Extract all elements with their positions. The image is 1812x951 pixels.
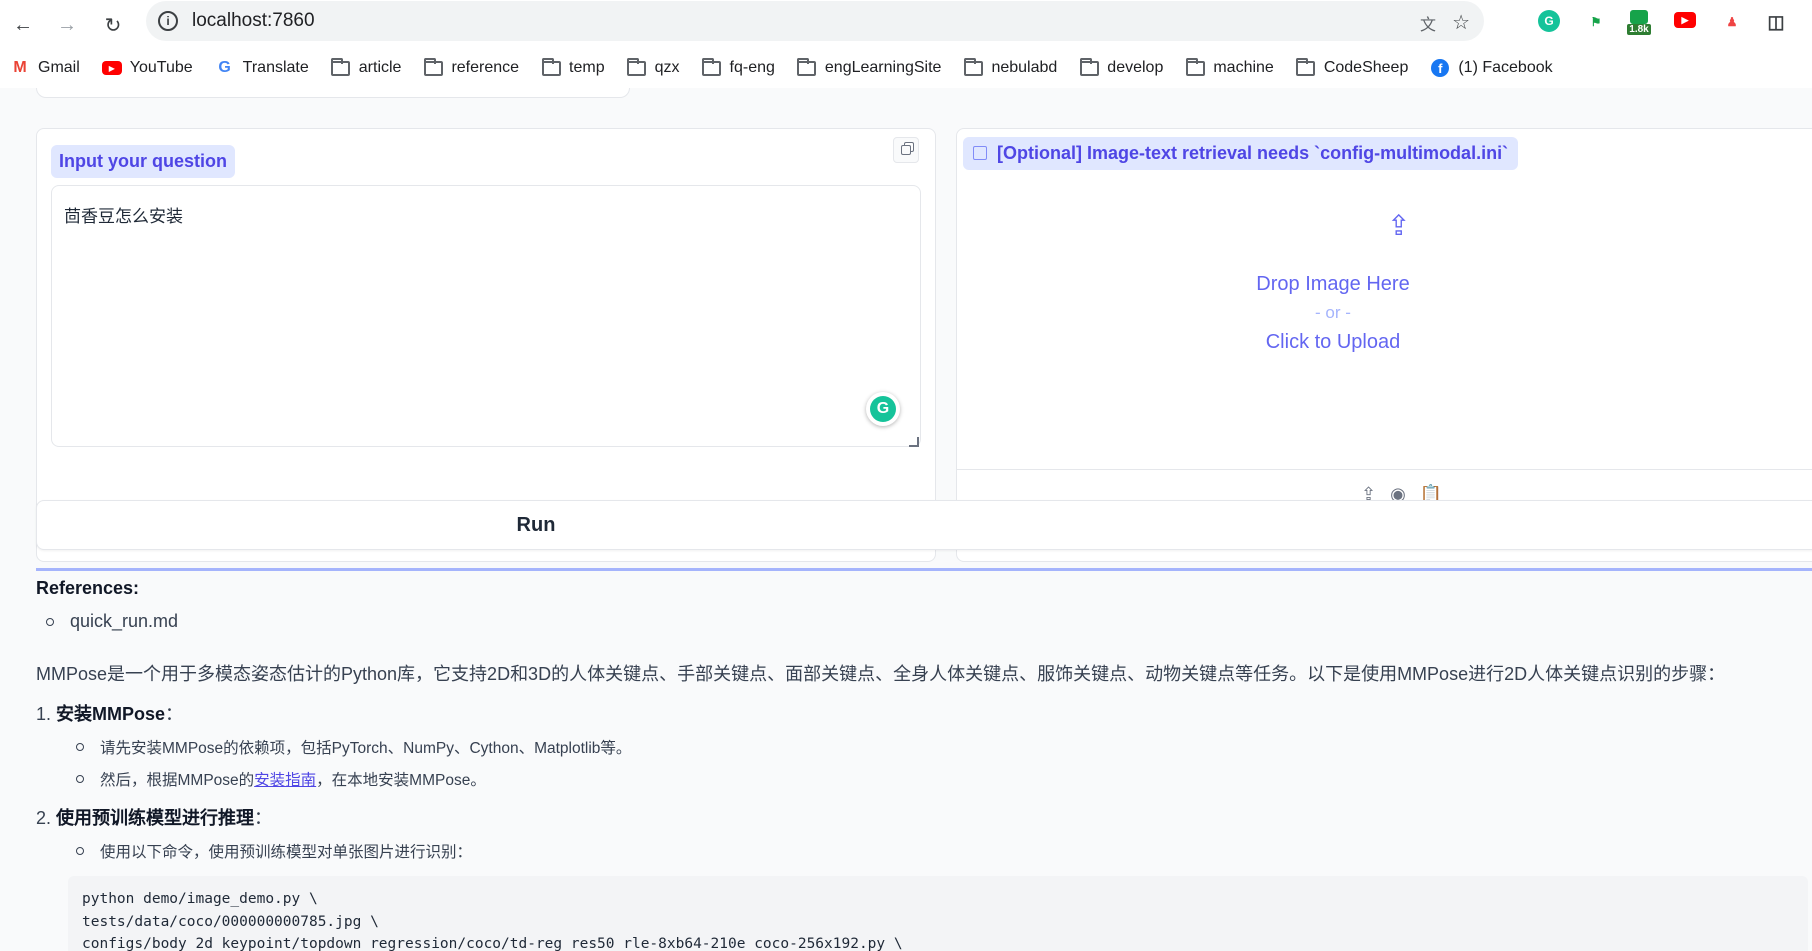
bookmark-temp[interactable]: temp [541,57,605,77]
question-label: Input your question [51,145,235,178]
folder-icon [702,57,722,76]
image-icon [973,146,987,160]
folder-icon [1185,57,1205,76]
folder-icon [1079,57,1099,76]
or-text: - or - [1315,303,1351,322]
bookmark-translate[interactable]: G Translate [215,59,308,77]
forward-icon[interactable]: → [50,8,84,42]
address-bar[interactable]: i localhost:7860 文 ☆ [146,1,1484,41]
extensions-puzzle-icon[interactable]: ◫ [1764,8,1788,36]
bookmark-machine[interactable]: machine [1185,57,1274,77]
bookmark-nebulabd[interactable]: nebulabd [963,57,1057,77]
url-text[interactable]: localhost:7860 [192,10,315,32]
translate-icon: G [218,59,231,76]
extension-badge: 1.8k [1627,23,1651,35]
folder-icon [1296,57,1316,76]
bookmarks-bar: M Gmail ▶ YouTube G Translate article refer… [0,50,1812,86]
back-icon[interactable]: ← [6,8,40,42]
facebook-icon: f [1431,59,1450,77]
install-guide-link[interactable]: 安装指南 [254,768,316,790]
app-page: Input your question 茴香豆怎么安装 G [Optional]… [0,88,1812,951]
step-2-heading: 2. 使用预训练模型进行推理： [36,808,273,828]
bookmark-gmail[interactable]: M Gmail [10,59,79,77]
question-panel: Input your question 茴香豆怎么安装 G [36,128,936,562]
image-upload-panel: [Optional] Image-text retrieval needs `c… [956,128,1812,562]
step-1-bullet-1: 请先安装MMPose的依赖项，包括PyTorch、NumPy、Cython、Ma… [76,736,1796,758]
references-title: References: [36,578,140,598]
image-drop-zone[interactable]: ⇪ Drop Image Here - or - Click to Upload [957,209,1812,369]
site-info-icon[interactable]: i [158,11,178,31]
folder-icon [331,57,351,76]
folder-icon [541,57,561,76]
drop-image-text: Drop Image Here [1256,273,1410,295]
reference-item: quick_run.md [46,611,1796,632]
bookmark-qzx[interactable]: qzx [627,57,680,77]
copy-icon[interactable] [893,137,919,163]
reload-icon[interactable]: ↻ [96,8,130,42]
flag-extension-icon[interactable]: ⚑ [1588,8,1604,36]
bookmark-star-icon[interactable]: ☆ [1452,10,1470,35]
step-1-heading: 1. 安装MMPose： [36,704,184,724]
grammarly-icon[interactable]: G [866,392,900,426]
bookmark-codesheep[interactable]: CodeSheep [1296,57,1408,77]
answer-output: References: quick_run.md MMPose是一个用于多模态姿… [36,572,1808,951]
folder-icon [963,57,983,76]
grammarly-extension-icon[interactable]: G [1538,10,1560,32]
youtube-extension-icon[interactable]: ▶ [1674,12,1696,28]
output-divider [36,568,1812,571]
image-upload-label: [Optional] Image-text retrieval needs `c… [963,137,1519,170]
folder-icon [797,57,817,76]
click-to-upload-text: Click to Upload [1265,331,1401,353]
browser-chrome: ← → ↻ i localhost:7860 文 ☆ G ⚑ 1.8k ▶ ♟ … [0,0,1812,88]
bookmark-englearningsite[interactable]: engLearningSite [797,57,941,77]
top-panel-fragment [36,88,630,98]
extension-counter-icon[interactable]: 1.8k [1624,8,1654,36]
code-block: python demo/image_demo.py \ tests/data/c… [68,876,1808,951]
step-1-bullet-2: 然后，根据MMPose的 安装指南 ，在本地安装MMPose。 [76,768,1796,790]
bookmark-youtube[interactable]: ▶ YouTube [101,59,193,77]
resize-handle[interactable] [909,437,919,447]
gmail-icon: M [13,59,27,76]
step-2-bullet-1: 使用以下命令，使用预训练模型对单张图片进行识别： [76,840,1796,862]
bookmark-develop[interactable]: develop [1079,57,1163,77]
answer-intro: MMPose是一个用于多模态姿态估计的Python库，它支持2D和3D的人体关键… [36,664,1726,684]
upload-icon: ⇪ [1387,210,1411,241]
bookmark-article[interactable]: article [331,57,401,77]
question-input[interactable]: 茴香豆怎么安装 [51,185,921,447]
translate-page-icon[interactable]: 文 [1420,11,1436,35]
youtube-icon: ▶ [101,60,122,76]
person-extension-icon[interactable]: ♟ [1722,8,1742,36]
folder-icon [627,57,647,76]
bookmark-fq-eng[interactable]: fq-eng [702,57,775,77]
bookmark-reference[interactable]: reference [423,57,519,77]
folder-icon [423,57,443,76]
run-button[interactable]: Run [36,500,1812,550]
bookmark-facebook[interactable]: f (1) Facebook [1430,59,1553,77]
